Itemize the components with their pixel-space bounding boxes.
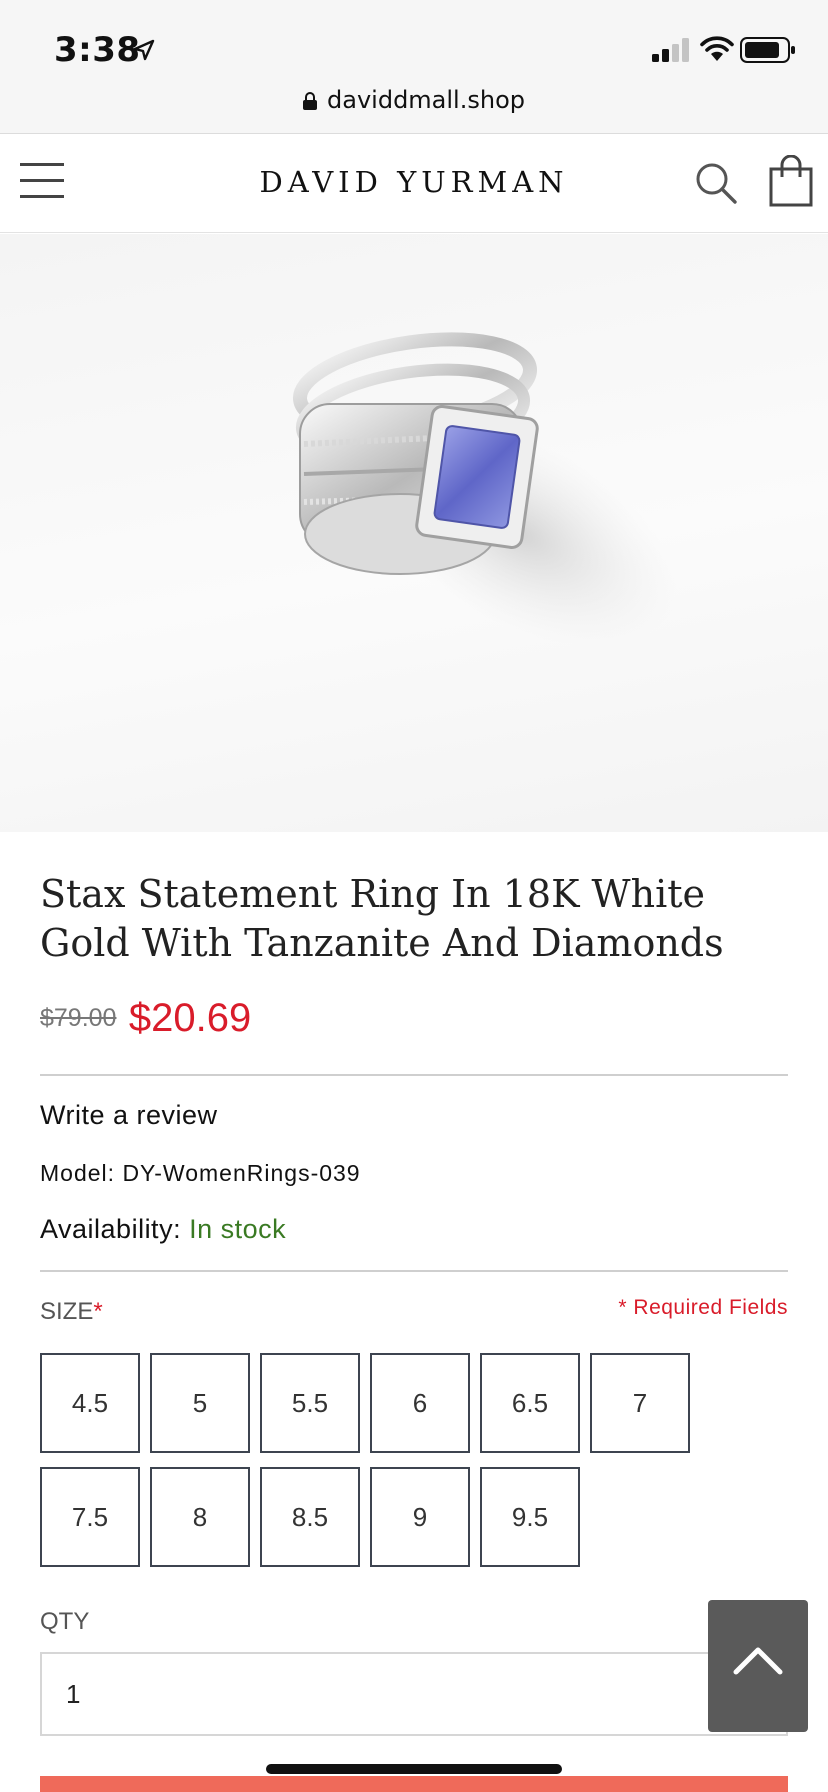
lock-icon <box>303 92 318 110</box>
url-bar[interactable]: daviddmall.shop <box>0 86 828 114</box>
wifi-icon <box>700 36 734 61</box>
status-bar: 3:38 daviddmall.shop <box>0 0 828 134</box>
model-label: Model: <box>40 1160 116 1186</box>
required-fields-note: * Required Fields <box>618 1296 788 1319</box>
url-text: daviddmall.shop <box>327 86 525 114</box>
size-label: SIZE* <box>40 1298 103 1325</box>
chevron-up-icon <box>733 1647 783 1675</box>
size-option[interactable]: 5 <box>150 1353 250 1453</box>
size-option[interactable]: 8 <box>150 1467 250 1567</box>
model-value: DY-WomenRings-039 <box>122 1160 361 1186</box>
divider <box>40 1074 788 1076</box>
status-time: 3:38 <box>54 30 141 70</box>
product-image[interactable] <box>0 234 828 832</box>
size-option[interactable]: 9.5 <box>480 1467 580 1567</box>
size-option[interactable]: 8.5 <box>260 1467 360 1567</box>
home-indicator <box>266 1764 562 1774</box>
ring-image <box>292 332 676 647</box>
size-option[interactable]: 6.5 <box>480 1353 580 1453</box>
original-price: $79.00 <box>40 1004 117 1032</box>
size-option[interactable]: 5.5 <box>260 1353 360 1453</box>
battery-icon <box>740 37 795 63</box>
product-title: Stax Statement Ring In 18K White Gold Wi… <box>40 872 724 965</box>
site-header: DAVID YURMAN <box>0 135 828 233</box>
write-review-link[interactable]: Write a review <box>40 1100 218 1131</box>
price-row: $79.00 $20.69 <box>40 996 251 1041</box>
search-icon[interactable] <box>694 161 738 205</box>
divider <box>40 1270 788 1272</box>
add-to-cart-button[interactable] <box>40 1776 788 1792</box>
availability-status: In stock <box>189 1214 287 1244</box>
cellular-signal-icon <box>652 38 689 62</box>
size-option[interactable]: 9 <box>370 1467 470 1567</box>
size-option[interactable]: 7.5 <box>40 1467 140 1567</box>
shopping-bag-icon[interactable] <box>768 155 814 207</box>
sale-price: $20.69 <box>128 996 252 1040</box>
model-row: Model: DY-WomenRings-039 <box>40 1160 361 1187</box>
availability-row: Availability: In stock <box>40 1214 286 1245</box>
qty-label: QTY <box>40 1608 90 1635</box>
scroll-to-top-button[interactable] <box>708 1600 808 1732</box>
availability-label: Availability: <box>40 1214 182 1244</box>
size-option[interactable]: 4.5 <box>40 1353 140 1453</box>
qty-input[interactable]: 1 <box>40 1652 788 1736</box>
size-option[interactable]: 6 <box>370 1353 470 1453</box>
location-arrow-icon <box>133 39 155 61</box>
size-option[interactable]: 7 <box>590 1353 690 1453</box>
